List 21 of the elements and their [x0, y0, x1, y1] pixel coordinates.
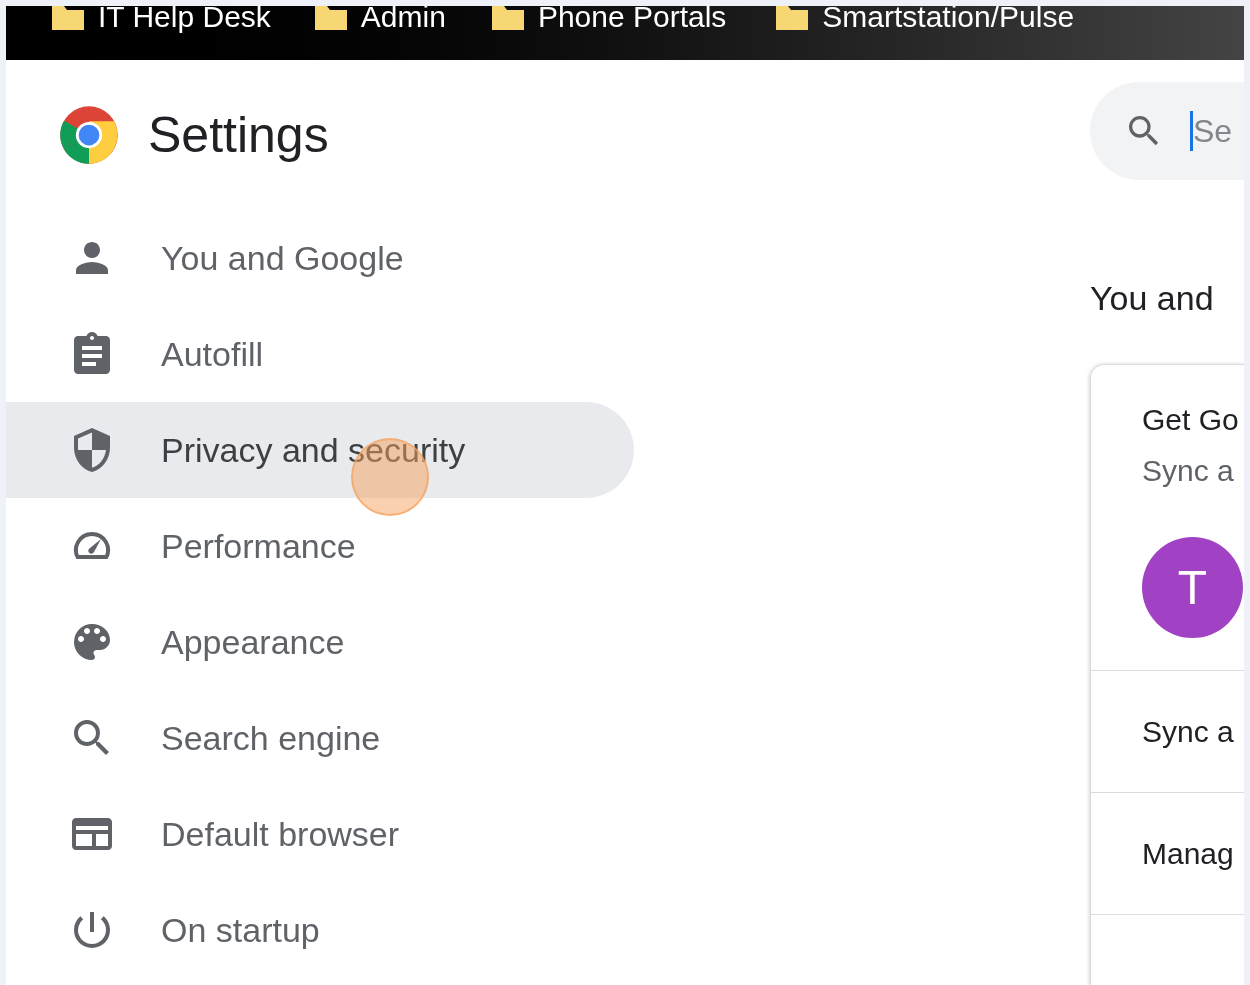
folder-icon — [491, 6, 524, 30]
chrome-logo-icon — [59, 105, 119, 165]
folder-icon — [314, 6, 347, 30]
card-row-label[interactable]: Manag — [1142, 831, 1234, 876]
sidebar-item[interactable]: On startup — [6, 882, 634, 978]
card-row-label[interactable]: Sync a — [1142, 709, 1234, 754]
folder-icon — [776, 6, 809, 30]
sidebar-item[interactable]: Default browser — [6, 786, 634, 882]
sidebar-item[interactable]: Appearance — [6, 594, 634, 690]
page-title: Settings — [148, 105, 329, 165]
folder-icon — [52, 6, 84, 30]
card-subtitle: Sync a — [1142, 453, 1235, 489]
search-field[interactable]: Se — [1090, 82, 1244, 180]
sidebar-item[interactable]: Autofill — [6, 306, 634, 402]
sidebar-item[interactable]: Search engine — [6, 690, 634, 786]
search-placeholder: Se — [1193, 112, 1233, 151]
card-title: Get Go — [1142, 402, 1240, 438]
sidebar-item[interactable]: Performance — [6, 498, 634, 594]
avatar: T — [1142, 537, 1243, 638]
section-title: You and — [1090, 278, 1215, 318]
sidebar-item[interactable]: You and Google — [6, 210, 634, 306]
